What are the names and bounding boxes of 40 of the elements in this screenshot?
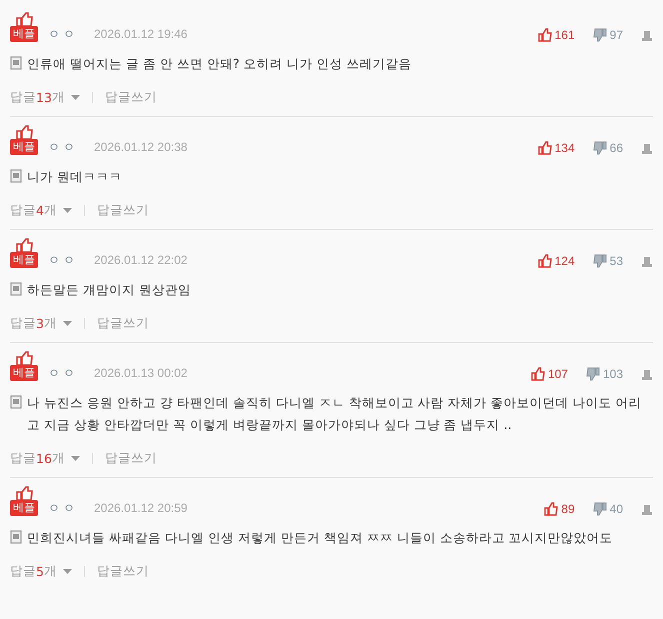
comment-date: 2026.01.12 22:02: [94, 252, 188, 268]
comment-date: 2026.01.12 20:38: [94, 139, 188, 155]
best-badge: 베플: [10, 139, 38, 155]
comment-text: 니가 뭔데ㅋㅋㅋ: [27, 168, 122, 186]
best-badge: 베플: [10, 500, 38, 516]
dislike-button[interactable]: 53: [592, 254, 623, 268]
nickname: ㅇㅇ: [48, 139, 78, 155]
best-badge: 베플: [10, 365, 38, 381]
comment-text: 민희진시녀들 싸패같음 다니엘 인생 저렇게 만든거 책임져 ㅉㅉ 니들이 소송하라고 꼬시지만않았어도: [27, 529, 613, 547]
comment-date: 2026.01.12 19:46: [94, 26, 188, 42]
like-button[interactable]: 124: [538, 254, 575, 268]
like-button[interactable]: 161: [538, 28, 575, 42]
nickname: ㅇㅇ: [48, 252, 78, 268]
comment-text: 나 뉴진스 응원 안하고 걍 타팬인데 솔직히 다니엘 ㅈㄴ 착해보이고 사람 자체가 좋아보이던데 나이도 어리고 지금 상황 안타깝더만 꼭 이렇게 벼랑끝까지 몰아가야되나 싶다 그냥 좀 냅두지 ..: [27, 394, 643, 434]
dislike-button[interactable]: 97: [592, 28, 623, 42]
replies-toggle[interactable]: 답글4개: [10, 202, 72, 219]
dislike-button[interactable]: 103: [586, 367, 623, 381]
nickname: ㅇㅇ: [48, 365, 78, 381]
like-button[interactable]: 107: [530, 367, 568, 381]
write-reply-link[interactable]: 답글쓰기: [96, 202, 149, 219]
like-button[interactable]: 134: [538, 141, 575, 155]
replies-toggle[interactable]: 답글13개: [10, 89, 80, 106]
replies-toggle[interactable]: 답글3개: [10, 315, 72, 332]
dislike-button[interactable]: 66: [592, 141, 623, 155]
like-button[interactable]: 89: [544, 502, 575, 516]
dislike-button[interactable]: 40: [592, 502, 623, 516]
replies-toggle[interactable]: 답글5개: [10, 563, 72, 580]
replies-toggle[interactable]: 답글16개: [10, 450, 80, 467]
write-reply-link[interactable]: 답글쓰기: [96, 563, 149, 580]
comment-date: 2026.01.13 00:02: [94, 365, 188, 381]
best-badge: 베플: [10, 252, 38, 268]
nickname: ㅇㅇ: [48, 26, 78, 42]
write-reply-link[interactable]: 답글쓰기: [96, 315, 149, 332]
write-reply-link[interactable]: 답글쓰기: [104, 450, 157, 467]
comment-text: 하든말든 걔맘이지 뭔상관임: [27, 281, 191, 299]
best-badge: 베플: [10, 26, 38, 42]
comment-text: 인류애 떨어지는 글 좀 안 쓰면 안돼? 오히려 니가 인성 쓰레기같음: [27, 55, 412, 73]
write-reply-link[interactable]: 답글쓰기: [104, 89, 157, 106]
comment-date: 2026.01.12 20:59: [94, 500, 188, 516]
nickname: ㅇㅇ: [48, 500, 78, 516]
